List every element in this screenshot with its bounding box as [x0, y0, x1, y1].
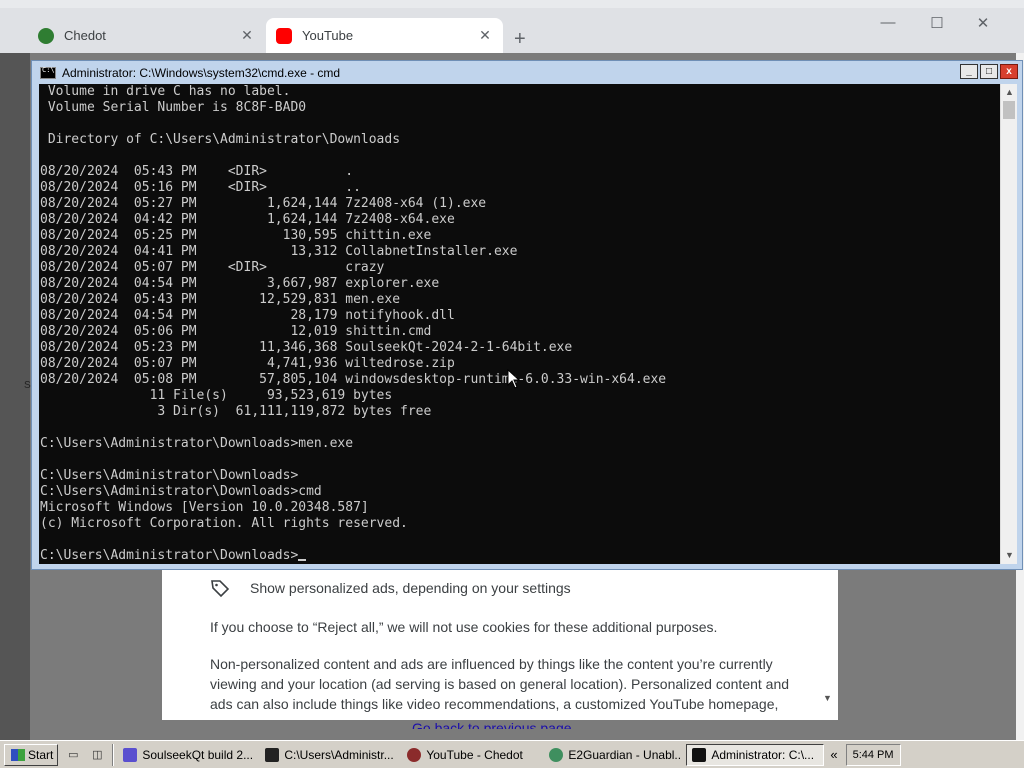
chedot-icon [407, 747, 422, 762]
task-7zip[interactable]: C:\Users\Administr... [260, 744, 398, 766]
console-line: 08/20/2024 04:54 PM 3,667,987 explorer.e… [40, 276, 440, 291]
ads-row-label: Show personalized ads, depending on your… [250, 580, 571, 596]
scroll-down-icon[interactable]: ▼ [1001, 547, 1018, 564]
cmd-icon [40, 66, 56, 79]
new-tab-button[interactable]: + [514, 28, 526, 51]
ads-row: Show personalized ads, depending on your… [210, 578, 571, 598]
console-line: 08/20/2024 05:27 PM 1,624,144 7z2408-x64… [40, 196, 487, 211]
console-line: 08/20/2024 05:08 PM 57,805,104 windowsde… [40, 372, 667, 387]
cmd-minimize-button[interactable]: _ [960, 64, 978, 79]
tag-icon [211, 580, 230, 598]
task-label: C:\Users\Administr... [284, 747, 394, 762]
console-line: Directory of C:\Users\Administrator\Down… [40, 132, 401, 147]
tab-title: YouTube [302, 28, 354, 43]
console-line: 08/20/2024 05:23 PM 11,346,368 SoulseekQ… [40, 340, 573, 355]
soulseek-icon [123, 747, 138, 762]
console-line: 08/20/2024 04:41 PM 13,312 CollabnetInst… [40, 244, 518, 259]
task-soulseek[interactable]: SoulseekQt build 2... [118, 744, 256, 766]
clock[interactable]: 5:44 PM [853, 749, 894, 761]
close-tab-icon[interactable]: ✕ [239, 27, 255, 44]
task-youtube-chedot[interactable]: YouTube - Chedot [402, 744, 540, 766]
start-button[interactable]: Start [4, 743, 59, 766]
e2guardian-icon [549, 747, 564, 762]
cmd-scrollbar[interactable]: ▲ ▼ [1000, 84, 1017, 564]
task-label: E2Guardian - Unabl... [568, 747, 683, 762]
task-e2guardian[interactable]: E2Guardian - Unabl... [544, 744, 682, 766]
cmd-window[interactable]: Administrator: C:\Windows\system32\cmd.e… [31, 60, 1023, 570]
start-label: Start [28, 747, 54, 762]
taskbar: Start ▭ ◫ SoulseekQt build 2... C:\Users… [0, 740, 1024, 768]
mouse-pointer-icon [507, 369, 521, 389]
browser-top-strip [0, 0, 1024, 8]
console-line: 08/20/2024 04:54 PM 28,179 notifyhook.dl… [40, 308, 455, 323]
console-line: C:\Users\Administrator\Downloads>men.exe [40, 436, 354, 451]
console-line: 08/20/2024 05:07 PM <DIR> crazy [40, 260, 385, 275]
tab-chedot[interactable]: Chedot ✕ [28, 18, 265, 53]
cmd-maximize-button[interactable]: □ [980, 64, 998, 79]
task-label: SoulseekQt build 2... [142, 747, 254, 762]
go-back-link[interactable]: Go back to previous page [412, 719, 572, 729]
console-line: 08/20/2024 05:06 PM 12,019 shittin.cmd [40, 324, 432, 339]
close-icon[interactable]: ✕ [971, 14, 995, 32]
text-cursor [298, 559, 307, 561]
console-line: 08/20/2024 05:07 PM 4,741,936 wiltedrose… [40, 356, 455, 371]
reject-info-text: If you choose to “Reject all,” we will n… [210, 619, 718, 635]
tray-expand-icon[interactable]: « [830, 747, 837, 762]
youtube-icon [276, 27, 292, 44]
show-desktop-icon[interactable]: ▭ [64, 746, 82, 764]
page-left-panel [0, 53, 30, 740]
scroll-down-icon[interactable]: ▼ [823, 693, 832, 703]
nonpersonal-info-text: Non-personalized content and ads are inf… [210, 656, 790, 712]
console-line: C:\Users\Administrator\Downloads>cmd [40, 484, 322, 499]
console-line: 08/20/2024 04:42 PM 1,624,144 7z2408-x64… [40, 212, 455, 227]
scroll-up-icon[interactable]: ▲ [1001, 84, 1018, 101]
close-tab-icon[interactable]: ✕ [477, 27, 493, 44]
cmd-titlebar[interactable]: Administrator: C:\Windows\system32\cmd.e… [32, 61, 1022, 84]
console-output[interactable]: Volume in drive C has no label. Volume S… [39, 84, 1000, 564]
cmd-close-button[interactable]: x [1000, 64, 1018, 79]
console-line: Volume Serial Number is 8C8F-BAD0 [40, 100, 307, 115]
taskbar-separator [112, 743, 115, 766]
tab-title: Chedot [64, 28, 106, 43]
consent-dialog: Show personalized ads, depending on your… [162, 568, 838, 720]
console-line: 08/20/2024 05:43 PM <DIR> . [40, 164, 354, 179]
partial-label: S [24, 380, 31, 391]
7zip-icon [265, 747, 280, 762]
console-line: 3 Dir(s) 61,111,119,872 bytes free [40, 404, 432, 419]
maximize-icon[interactable]: ☐ [925, 14, 949, 32]
chedot-icon [38, 27, 54, 44]
tab-youtube[interactable]: YouTube ✕ [266, 18, 503, 53]
scrollbar-thumb[interactable] [1003, 101, 1015, 119]
task-label: YouTube - Chedot [426, 747, 523, 762]
console-line: Microsoft Windows [Version 10.0.20348.58… [40, 500, 369, 515]
console-text: Volume in drive C has no label. Volume S… [40, 84, 666, 564]
console-line: C:\Users\Administrator\Downloads> [40, 548, 299, 563]
console-line: (c) Microsoft Corporation. All rights re… [40, 516, 408, 531]
minimize-icon[interactable]: — [876, 14, 900, 31]
explorer-icon[interactable]: ◫ [88, 746, 106, 764]
console-line: 08/20/2024 05:43 PM 12,529,831 men.exe [40, 292, 401, 307]
task-cmd[interactable]: Administrator: C:\... [686, 743, 825, 766]
cmd-icon [692, 747, 707, 762]
console-line: 08/20/2024 05:16 PM <DIR> .. [40, 180, 361, 195]
cmd-title-text: Administrator: C:\Windows\system32\cmd.e… [62, 65, 341, 80]
system-tray: 5:44 PM [845, 743, 901, 766]
task-label: Administrator: C:\... [711, 747, 815, 762]
console-line: Volume in drive C has no label. [40, 84, 291, 99]
windows-logo-icon [11, 748, 25, 761]
console-line: 11 File(s) 93,523,619 bytes [40, 388, 393, 403]
console-line: 08/20/2024 05:25 PM 130,595 chittin.exe [40, 228, 432, 243]
console-line: C:\Users\Administrator\Downloads> [40, 468, 299, 483]
cmd-window-controls: _ □ x [960, 64, 1018, 79]
